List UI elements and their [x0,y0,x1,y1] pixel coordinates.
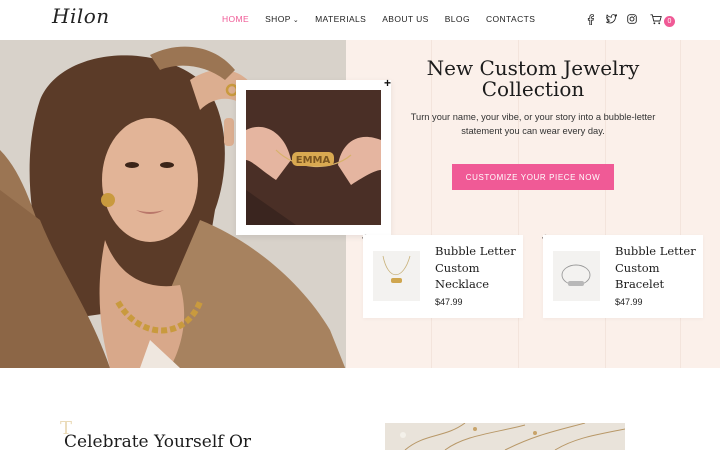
bracelet-thumbnail [553,251,600,301]
inset-necklace-illustration: EMMA [246,90,381,225]
dried-flowers-illustration [385,423,625,450]
necklace-thumbnail [373,251,420,301]
plus-icon[interactable]: + [384,77,391,89]
panel-divider [680,40,681,368]
nav-item-contacts[interactable]: CONTACTS [486,14,535,24]
brand-logo[interactable]: Hilon [52,4,110,28]
cart-button[interactable]: 0 [650,12,675,30]
product-card-necklace[interactable]: Bubble Letter Custom Necklace $47.99 [363,235,523,318]
bracelet-thumb-illustration [553,251,600,301]
main-nav: HOME SHOP ⌄ MATERIALS ABOUT US BLOG CONTA… [222,14,551,24]
section-heading: Celebrate Yourself Or [64,432,252,450]
nav-item-blog[interactable]: BLOG [445,14,470,24]
hero-subtitle: Turn your name, your vibe, or your story… [410,112,656,136]
site-header: Hilon HOME SHOP ⌄ MATERIALS ABOUT US BLOG… [0,0,720,40]
facebook-icon[interactable] [584,13,596,25]
cart-icon [650,12,662,30]
social-links [584,13,647,25]
product-price: $47.99 [435,297,463,307]
nav-item-materials[interactable]: MATERIALS [315,14,366,24]
product-price: $47.99 [615,297,643,307]
cart-count-badge: 0 [664,15,675,27]
nav-item-home[interactable]: HOME [222,14,249,24]
inset-necklace-photo: EMMA [246,90,381,225]
lower-section-photo [385,423,625,450]
nav-item-shop-label: SHOP [265,14,291,24]
chevron-down-icon: ⌄ [292,17,300,24]
necklace-thumb-illustration [373,251,420,301]
product-card-bracelet[interactable]: Bubble Letter Custom Bracelet $47.99 [543,235,703,318]
product-name[interactable]: Bubble Letter Custom Bracelet [615,243,699,293]
hero-title: New Custom Jewelry Collection [426,56,640,101]
nav-item-about-us[interactable]: ABOUT US [382,14,429,24]
nav-item-shop[interactable]: SHOP ⌄ [265,14,299,24]
product-name[interactable]: Bubble Letter Custom Necklace [435,243,519,293]
customize-piece-button[interactable]: CUSTOMIZE YOUR PIECE NOW [452,164,614,190]
inset-name-text: EMMA [296,155,331,166]
inset-photo-frame: EMMA [236,80,391,235]
instagram-icon[interactable] [626,13,638,25]
twitter-icon[interactable] [605,13,617,25]
